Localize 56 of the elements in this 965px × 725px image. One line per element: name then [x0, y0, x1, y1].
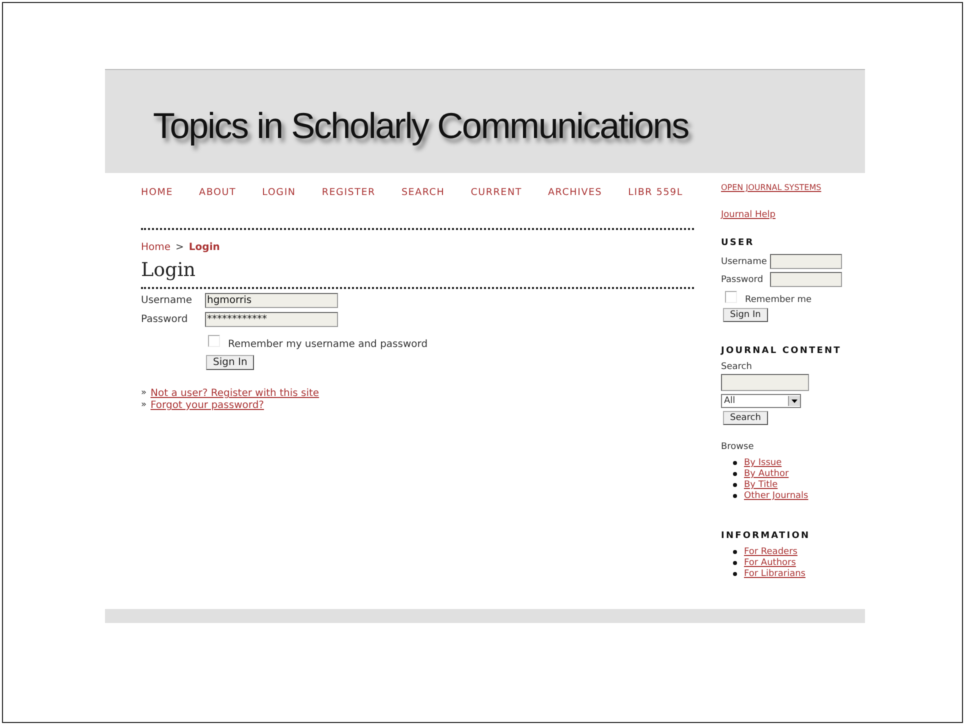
sidebar-link[interactable]: Other Journals	[744, 491, 808, 501]
link-marker: »	[141, 388, 147, 399]
page-title: Login	[141, 259, 694, 289]
checkbox-label: Remember my username and password	[228, 339, 428, 350]
bullet-icon	[733, 483, 737, 487]
sidebar-link[interactable]: By Title	[744, 480, 778, 490]
password-field[interactable]: ************	[205, 312, 338, 327]
field-label: Password	[141, 314, 189, 325]
sign-in-button[interactable]: Sign In	[206, 355, 254, 370]
site-title: Topics in Scholarly Communications	[153, 104, 688, 146]
scope-dropdown[interactable]: All	[721, 394, 801, 408]
sidebar-link[interactable]: Journal Help	[721, 210, 851, 220]
bullet-icon	[733, 550, 737, 554]
sign-in-button[interactable]: Sign In	[723, 308, 768, 322]
sidebar-link[interactable]: By Issue	[744, 458, 782, 468]
bullet-icon	[733, 461, 737, 465]
nav-link[interactable]: LIBR 559L	[628, 187, 683, 228]
caret-icon	[788, 396, 800, 406]
password-field[interactable]	[770, 272, 842, 287]
search-button[interactable]: Search	[723, 411, 768, 425]
nav-link[interactable]: SEARCH	[401, 187, 445, 228]
sidebar-link[interactable]: For Librarians	[744, 569, 806, 579]
username-field[interactable]: hgmorris	[205, 293, 338, 308]
remember-checkbox[interactable]	[208, 335, 220, 347]
bullet-icon	[733, 572, 737, 576]
bullet-icon	[733, 494, 737, 498]
section-heading: USER	[721, 238, 756, 248]
field-label: Password	[721, 274, 764, 284]
nav-link[interactable]: ABOUT	[199, 187, 236, 228]
section-heading: INFORMATION	[721, 531, 812, 541]
field-label: Search	[721, 362, 752, 372]
link-marker: »	[141, 400, 147, 411]
bullet-icon	[733, 561, 737, 565]
bullet-icon	[733, 472, 737, 476]
nav-link[interactable]: CURRENT	[470, 187, 522, 228]
browse-label: Browse	[721, 442, 754, 452]
breadcrumb-current: Login	[188, 242, 220, 253]
remember-checkbox[interactable]	[725, 291, 737, 303]
nav-link[interactable]: ARCHIVES	[548, 187, 602, 228]
breadcrumb-link[interactable]: Home	[141, 242, 171, 253]
section-heading: JOURNAL CONTENT	[721, 346, 842, 356]
search-field[interactable]	[721, 374, 809, 391]
nav-link[interactable]: LOGIN	[262, 187, 296, 228]
breadcrumb-separator: >	[176, 242, 184, 253]
text-link[interactable]: Forgot your password?	[150, 400, 264, 411]
sidebar-link[interactable]: For Readers	[744, 547, 798, 557]
sidebar-link[interactable]: For Authors	[744, 558, 796, 568]
checkbox-label: Remember me	[745, 295, 812, 305]
sidebar-link[interactable]: By Author	[744, 469, 789, 479]
sidebar-link[interactable]: OPEN JOURNAL SYSTEMS	[721, 183, 851, 192]
nav-link[interactable]: REGISTER	[322, 187, 376, 228]
username-field[interactable]	[770, 254, 842, 269]
nav-link[interactable]: HOME	[141, 187, 174, 228]
text-link[interactable]: Not a user? Register with this site	[150, 388, 320, 399]
field-label: Username	[141, 295, 193, 306]
field-label: Username	[721, 256, 767, 266]
